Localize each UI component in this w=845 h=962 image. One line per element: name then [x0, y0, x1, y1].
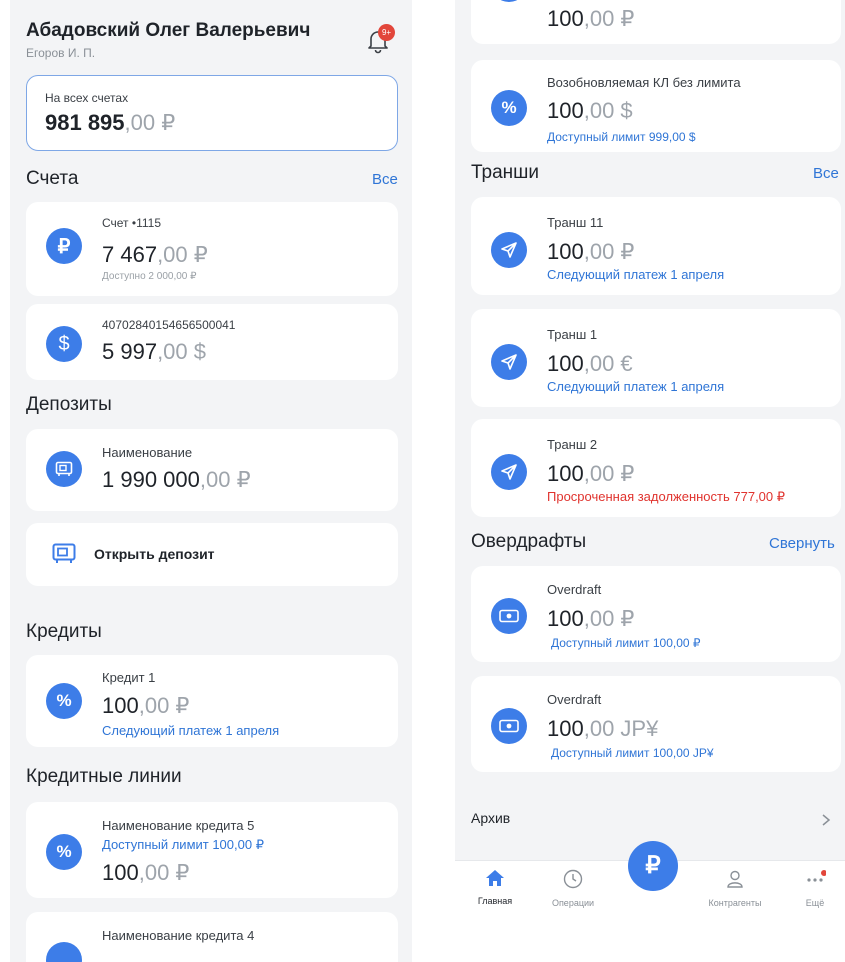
- credit-line-amount: 100,00 $: [547, 98, 633, 123]
- credit-line-name: Наименование кредита 5: [102, 818, 255, 833]
- tranche-card[interactable]: Транш 11 100,00 ₽ Следующий платеж 1 апр…: [471, 197, 841, 295]
- notification-badge: 9+: [378, 24, 395, 41]
- safe-icon: [46, 451, 82, 487]
- tranche-name: Транш 11: [547, 215, 604, 230]
- percent-icon: %: [46, 834, 82, 870]
- tranche-next-payment: Следующий платеж 1 апреля: [547, 267, 725, 282]
- credit-card[interactable]: % Кредит 1 100,00 ₽ Следующий платеж 1 а…: [26, 655, 398, 747]
- percent-icon: %: [46, 683, 82, 719]
- notifications-button[interactable]: 9+: [366, 24, 396, 56]
- left-screen: Абадовский Олег Валерьевич Егоров И. П. …: [10, 0, 412, 962]
- send-icon: [491, 232, 527, 268]
- send-icon: [491, 344, 527, 380]
- overdraft-card[interactable]: Overdraft 100,00 JP¥ Доступный лимит 100…: [471, 676, 841, 772]
- accounts-all-link[interactable]: Все: [372, 171, 398, 188]
- credit-line-name: Возобновляемая КЛ без лимита: [547, 75, 741, 90]
- tab-home[interactable]: Главная: [455, 869, 535, 906]
- credit-amount: 100,00 ₽: [102, 693, 190, 718]
- credit-line-name: Наименование кредита 4: [102, 928, 255, 943]
- credit-line-card[interactable]: 100,00 ₽: [471, 0, 841, 44]
- tranche-card[interactable]: Транш 2 100,00 ₽ Просроченная задолженно…: [471, 419, 841, 517]
- overdrafts-title: Овердрафты: [471, 531, 587, 552]
- credits-title: Кредиты: [26, 621, 102, 642]
- cash-icon: [491, 598, 527, 634]
- overdraft-limit: Доступный лимит 100,00 ₽: [551, 636, 701, 650]
- open-deposit-button[interactable]: Открыть депозит: [26, 523, 398, 586]
- overdraft-name: Overdraft: [547, 692, 602, 707]
- home-icon: [485, 870, 505, 891]
- tranche-amount: 100,00 €: [547, 351, 633, 376]
- percent-icon: [491, 0, 527, 2]
- account-amount: 7 467,00 ₽: [102, 242, 208, 267]
- cash-icon: [491, 708, 527, 744]
- overdraft-amount: 100,00 ₽: [547, 606, 635, 631]
- overdrafts-collapse-link[interactable]: Свернуть: [769, 535, 835, 552]
- total-label: На всех счетах: [45, 91, 129, 105]
- deposit-amount: 1 990 000,00 ₽: [102, 467, 251, 492]
- tranche-overdue: Просроченная задолженность 777,00 ₽: [547, 489, 786, 504]
- tranches-all-link[interactable]: Все: [813, 165, 839, 182]
- percent-icon: [46, 942, 82, 962]
- account-name: 40702840154656500041: [102, 318, 236, 332]
- account-amount: 5 997,00 $: [102, 339, 206, 364]
- accounts-title: Счета: [26, 168, 79, 189]
- credit-line-card[interactable]: % Наименование кредита 5 Доступный лимит…: [26, 802, 398, 898]
- tranche-amount: 100,00 ₽: [547, 239, 635, 264]
- tab-contractors[interactable]: Контрагенты: [695, 869, 775, 908]
- more-dots-icon: [804, 869, 827, 889]
- credit-line-limit: Доступный лимит 100,00 ₽: [102, 837, 264, 852]
- credit-next-payment: Следующий платеж 1 апреля: [102, 723, 280, 738]
- tab-more-label: Ещё: [805, 898, 825, 908]
- dollar-icon: $: [46, 326, 82, 362]
- person-icon: [725, 870, 745, 893]
- archive-row[interactable]: Архив: [455, 800, 845, 840]
- account-card[interactable]: ₽ Счет •1115 7 467,00 ₽ Доступно 2 000,0…: [26, 202, 398, 296]
- deposits-title: Депозиты: [26, 394, 112, 415]
- payment-center-button[interactable]: ₽: [628, 841, 678, 891]
- tranches-title: Транши: [471, 162, 540, 183]
- credit-lines-title: Кредитные линии: [26, 766, 182, 787]
- tab-home-label: Главная: [477, 896, 513, 906]
- percent-icon: %: [491, 90, 527, 126]
- credit-line-amount: 100,00 ₽: [547, 6, 635, 31]
- user-name: Абадовский Олег Валерьевич: [26, 20, 311, 41]
- overdraft-amount: 100,00 JP¥: [547, 716, 659, 741]
- bottom-tab-bar: Главная Операции ₽ Контрагенты Ещё: [455, 841, 845, 920]
- tab-contractors-label: Контрагенты: [708, 898, 762, 908]
- overdraft-limit: Доступный лимит 100,00 JP¥: [551, 746, 714, 760]
- tranche-next-payment: Следующий платеж 1 апреля: [547, 379, 725, 394]
- tranche-name: Транш 2: [547, 437, 598, 452]
- tranche-amount: 100,00 ₽: [547, 461, 635, 486]
- credit-line-amount: 100,00 ₽: [102, 860, 190, 885]
- renewable-credit-line-card[interactable]: % Возобновляемая КЛ без лимита 100,00 $ …: [471, 60, 841, 152]
- ruble-icon: ₽: [46, 228, 82, 264]
- account-card[interactable]: $ 40702840154656500041 5 997,00 $: [26, 304, 398, 380]
- right-screen: 100,00 ₽ % Возобновляемая КЛ без лимита …: [455, 0, 845, 920]
- tab-operations[interactable]: Операции: [533, 869, 613, 908]
- overdraft-card[interactable]: Overdraft 100,00 ₽ Доступный лимит 100,0…: [471, 566, 841, 662]
- tab-more[interactable]: Ещё: [775, 869, 845, 908]
- archive-label: Архив: [471, 810, 511, 826]
- tab-operations-label: Операции: [551, 898, 595, 908]
- clock-icon: [563, 869, 583, 893]
- total-amount: 981 895,00 ₽: [45, 110, 176, 135]
- credit-line-card[interactable]: Наименование кредита 4: [26, 912, 398, 962]
- deposit-name: Наименование: [102, 445, 193, 460]
- total-balance-card[interactable]: На всех счетах 981 895,00 ₽: [26, 75, 398, 151]
- account-name: Счет •1115: [102, 216, 162, 230]
- deposit-card[interactable]: Наименование 1 990 000,00 ₽: [26, 429, 398, 511]
- send-icon: [491, 454, 527, 490]
- tranche-name: Транш 1: [547, 327, 598, 342]
- credit-line-limit: Доступный лимит 999,00 $: [547, 130, 696, 144]
- overdraft-name: Overdraft: [547, 582, 602, 597]
- open-deposit-label: Открыть депозит: [94, 546, 215, 562]
- ruble-icon: ₽: [645, 852, 661, 879]
- account-available: Доступно 2 000,00 ₽: [102, 271, 197, 282]
- credit-name: Кредит 1: [102, 670, 156, 685]
- user-subtitle: Егоров И. П.: [26, 46, 96, 60]
- tranche-card[interactable]: Транш 1 100,00 € Следующий платеж 1 апре…: [471, 309, 841, 407]
